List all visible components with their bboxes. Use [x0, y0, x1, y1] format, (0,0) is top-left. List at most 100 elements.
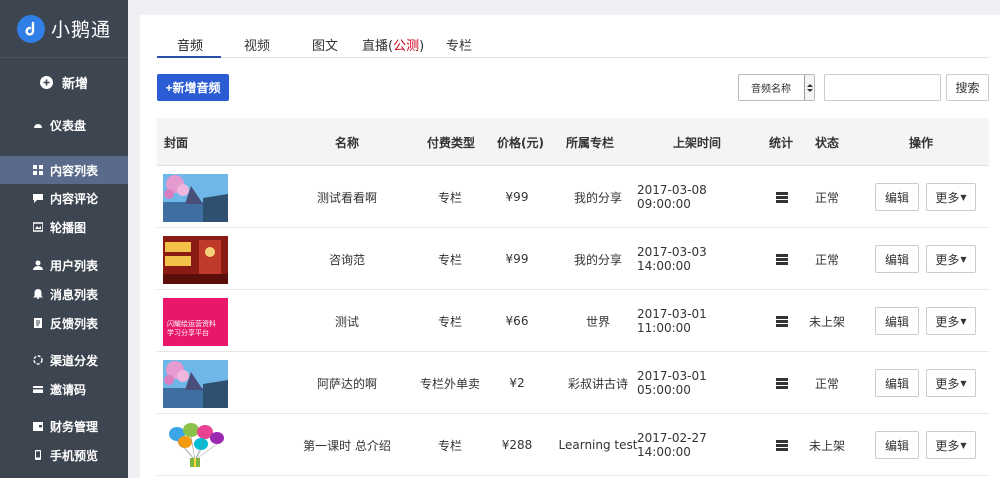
cover-thumbnail[interactable]: [163, 236, 228, 284]
stats-icon[interactable]: [769, 352, 795, 414]
wallet-icon: [33, 421, 43, 431]
more-dropdown-button[interactable]: 更多 ▼: [926, 183, 976, 211]
sidebar-item-label: 用户列表: [50, 258, 99, 273]
card-icon: [33, 384, 43, 394]
col-header-actions: 操作: [909, 135, 934, 150]
cell-pay-type: 专栏: [437, 438, 462, 453]
sidebar-item-mobile-preview[interactable]: 手机预览: [0, 441, 128, 469]
top-strip: [128, 0, 1000, 15]
cover-thumbnail[interactable]: [163, 360, 228, 408]
sidebar-item-content-list[interactable]: 内容列表: [0, 156, 128, 184]
content-type-tabs: 音频 视频 图文 直播(公测) 专栏: [157, 30, 989, 58]
cell-price: ¥99: [505, 252, 529, 266]
cell-pay-type: 专栏: [437, 190, 462, 205]
cell-status: 正常: [814, 252, 839, 267]
tab-live[interactable]: 直播(公测): [362, 35, 424, 54]
cell-status: 正常: [814, 376, 839, 391]
feedback-icon: [33, 318, 43, 328]
tab-article-label: 图文: [312, 39, 339, 54]
search-button[interactable]: 搜索: [946, 74, 989, 101]
cover-thumbnail[interactable]: 闪耀绘运营资料 学习分享平台: [163, 298, 228, 346]
sidebar-item-dashboard[interactable]: 仪表盘: [0, 111, 128, 139]
tab-live-beta-label: 公测: [393, 39, 420, 54]
more-dropdown-button[interactable]: 更多 ▼: [926, 431, 976, 459]
cell-status: 正常: [814, 190, 839, 205]
cell-time: 2017-03-08 09:00:00: [637, 183, 707, 211]
sidebar-add-button[interactable]: 新增: [0, 68, 128, 96]
col-header-price: 价格(元): [497, 135, 544, 150]
table-row: 闪耀绘运营资料 学习分享平台 测试 专栏 ¥66 世界 2017-03-01 1…: [157, 290, 989, 352]
tab-article[interactable]: 图文: [312, 35, 338, 54]
sidebar-item-label: 轮播图: [50, 220, 87, 235]
more-dropdown-button[interactable]: 更多 ▼: [926, 245, 976, 273]
tab-column[interactable]: 专栏: [446, 35, 472, 54]
sidebar-item-feedback[interactable]: 反馈列表: [0, 309, 128, 337]
stats-icon[interactable]: [769, 290, 795, 352]
edit-button[interactable]: 编辑: [875, 183, 919, 211]
tab-audio[interactable]: 音频: [177, 35, 203, 54]
cell-column: 我的分享: [573, 190, 622, 205]
stats-icon[interactable]: [769, 166, 795, 228]
edit-button[interactable]: 编辑: [875, 307, 919, 335]
cell-column: 彩叔讲古诗: [567, 376, 628, 391]
bell-icon: [33, 289, 43, 299]
tab-video-label: 视频: [244, 39, 271, 54]
cell-name: 测试看看啊: [316, 190, 377, 205]
edit-button[interactable]: 编辑: [875, 369, 919, 397]
sidebar-item-label: 内容评论: [50, 191, 99, 206]
caret-down-icon: ▼: [960, 316, 967, 326]
stats-icon[interactable]: [769, 228, 795, 290]
sidebar: 小鹅通 新增 仪表盘 内容列表 内容评论 轮播图 用户列表 消息列表 反馈列表 …: [0, 0, 128, 478]
sidebar-item-label: 渠道分发: [50, 353, 99, 368]
cell-pay-type: 专栏: [437, 314, 462, 329]
sidebar-item-channels[interactable]: 渠道分发: [0, 346, 128, 374]
edit-button[interactable]: 编辑: [875, 431, 919, 459]
col-header-time: 上架时间: [673, 135, 722, 150]
sidebar-item-comments[interactable]: 内容评论: [0, 184, 128, 212]
cell-time: 2017-03-03 14:00:00: [637, 245, 707, 273]
cover-thumbnail[interactable]: [163, 174, 228, 222]
sidebar-item-users[interactable]: 用户列表: [0, 251, 128, 279]
tab-video[interactable]: 视频: [244, 35, 270, 54]
select-value: 音频名称: [751, 84, 791, 95]
more-dropdown-button[interactable]: 更多 ▼: [926, 307, 976, 335]
more-label: 更多: [935, 314, 960, 329]
cell-name: 阿萨达的啊: [316, 376, 377, 391]
select-caret-icon: [804, 75, 814, 100]
caret-down-icon: ▼: [960, 254, 967, 264]
edit-button[interactable]: 编辑: [875, 245, 919, 273]
caret-down-icon: ▼: [960, 440, 967, 450]
col-header-stats: 统计: [769, 135, 794, 150]
sidebar-item-label: 邀请码: [50, 382, 87, 397]
cell-price: ¥99: [505, 190, 529, 204]
cell-time: 2017-03-01 11:00:00: [637, 307, 707, 335]
active-tab-underline: [157, 56, 221, 58]
more-dropdown-button[interactable]: 更多 ▼: [926, 369, 976, 397]
plus-circle-icon: [40, 75, 53, 89]
tab-live-close-paren: ): [419, 39, 425, 54]
cell-name: 咨询范: [328, 252, 365, 267]
sidebar-item-messages[interactable]: 消息列表: [0, 280, 128, 308]
add-audio-button[interactable]: +新增音频: [157, 74, 229, 101]
table-row: 测试看看啊 专栏 ¥99 我的分享 2017-03-08 09:00:00 正常…: [157, 166, 989, 228]
cell-time: 2017-03-01 05:00:00: [637, 369, 707, 397]
more-label: 更多: [935, 376, 960, 391]
brand[interactable]: 小鹅通: [0, 0, 128, 58]
col-header-pay-type: 付费类型: [427, 135, 476, 150]
sidebar-item-finance[interactable]: 财务管理: [0, 412, 128, 440]
sidebar-item-invite-code[interactable]: 邀请码: [0, 375, 128, 403]
cover-thumbnail[interactable]: [163, 422, 228, 470]
sidebar-item-carousel[interactable]: 轮播图: [0, 213, 128, 241]
search-field-select[interactable]: 音频名称: [738, 74, 815, 101]
sidebar-item-label: 消息列表: [50, 287, 99, 302]
stats-icon[interactable]: [769, 414, 795, 476]
table-row: 阿萨达的啊 专栏外单卖 ¥2 彩叔讲古诗 2017-03-01 05:00:00…: [157, 352, 989, 414]
table-header: 封面 名称 付费类型 价格(元) 所属专栏 上架时间 统计 状态 操作: [157, 118, 989, 166]
cell-pay-type: 专栏: [437, 252, 462, 267]
sidebar-add-label: 新增: [62, 76, 89, 92]
tab-live-label: 直播(: [362, 39, 394, 54]
search-input[interactable]: [824, 74, 941, 101]
cell-column: 世界: [585, 314, 610, 329]
table-row: 第一课时 总介绍 专栏 ¥288 Learning test 2017-02-2…: [157, 414, 989, 476]
caret-down-icon: ▼: [960, 192, 967, 202]
